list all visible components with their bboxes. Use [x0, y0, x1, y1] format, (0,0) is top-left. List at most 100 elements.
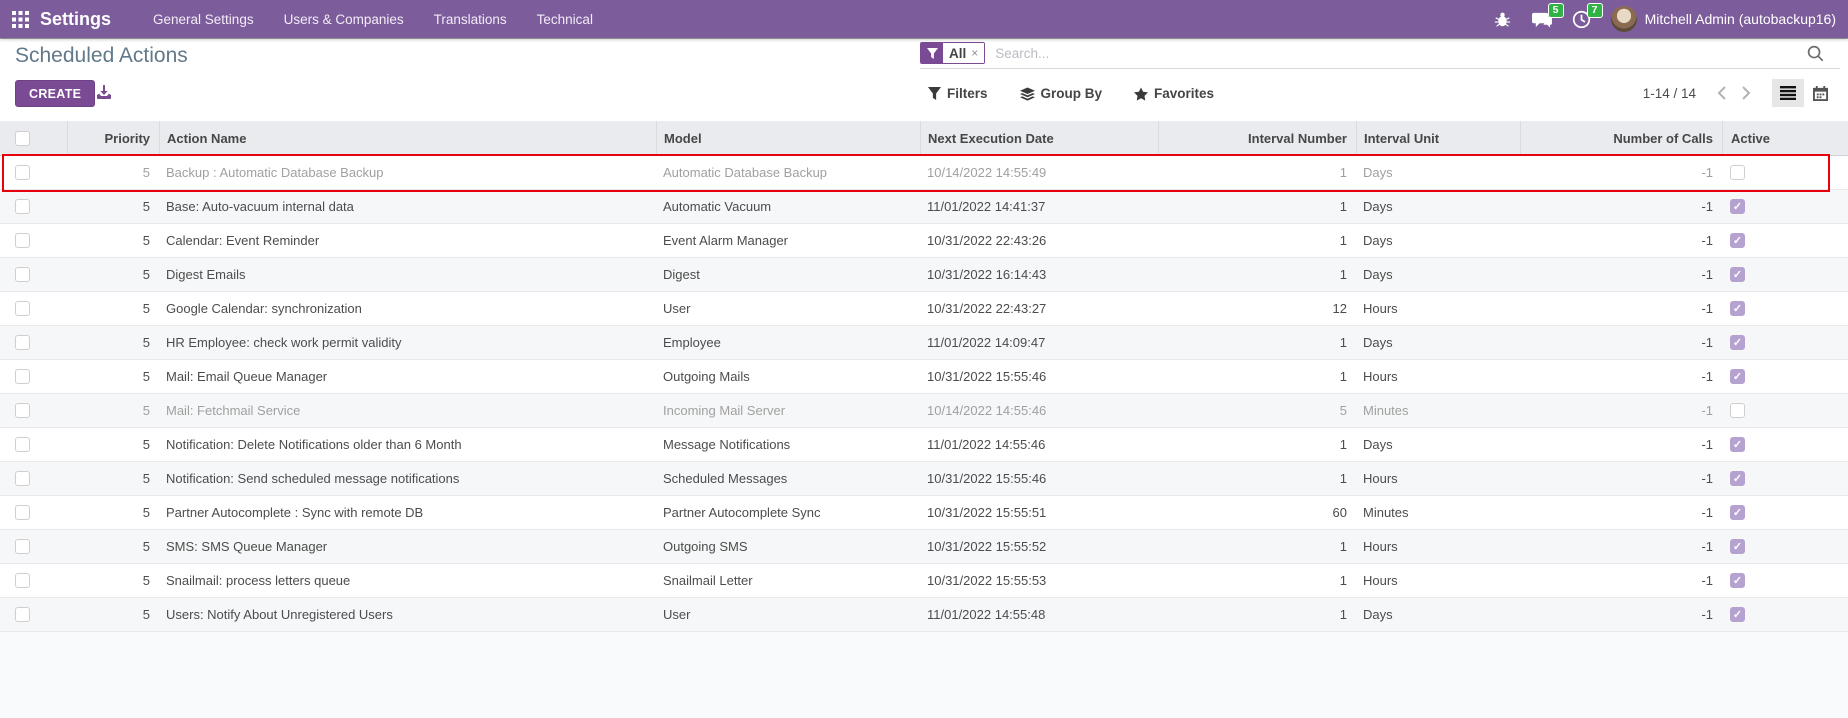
menu-users-companies[interactable]: Users & Companies — [284, 12, 404, 27]
priority-cell: 5 — [67, 360, 159, 393]
column-header-model[interactable]: Model — [656, 121, 920, 155]
priority-cell: 5 — [67, 224, 159, 257]
row-checkbox[interactable] — [15, 471, 30, 486]
activities-clock-icon[interactable]: 7 — [1572, 10, 1591, 29]
menu-translations[interactable]: Translations — [434, 12, 507, 27]
row-checkbox[interactable] — [15, 335, 30, 350]
row-checkbox[interactable] — [15, 505, 30, 520]
next-execution-date-cell: 11/01/2022 14:55:48 — [920, 598, 1158, 631]
filters-funnel-icon — [928, 87, 941, 100]
active-checkbox[interactable] — [1730, 403, 1745, 418]
table-row[interactable]: 5Users: Notify About Unregistered UsersU… — [0, 598, 1848, 632]
column-header-action-name[interactable]: Action Name — [159, 121, 656, 155]
search-input[interactable] — [995, 46, 1807, 61]
pager-previous-button[interactable] — [1710, 86, 1734, 100]
priority-cell: 5 — [67, 190, 159, 223]
next-execution-date-cell: 11/01/2022 14:41:37 — [920, 190, 1158, 223]
table-row[interactable]: 5Google Calendar: synchronizationUser10/… — [0, 292, 1848, 326]
column-header-number-of-calls[interactable]: Number of Calls — [1520, 121, 1722, 155]
active-checkbox[interactable]: ✓ — [1730, 335, 1745, 350]
group-by-button[interactable]: Group By — [1020, 86, 1103, 101]
table-row[interactable]: 5Mail: Fetchmail ServiceIncoming Mail Se… — [0, 394, 1848, 428]
action-name-cell: Backup : Automatic Database Backup — [159, 156, 656, 189]
table-row[interactable]: 5Base: Auto-vacuum internal dataAutomati… — [0, 190, 1848, 224]
active-cell: ✓ — [1722, 598, 1848, 631]
active-checkbox[interactable]: ✓ — [1730, 369, 1745, 384]
column-header-interval-unit[interactable]: Interval Unit — [1356, 121, 1520, 155]
row-select-cell — [0, 326, 67, 359]
table-row[interactable]: 5Calendar: Event ReminderEvent Alarm Man… — [0, 224, 1848, 258]
model-cell: Snailmail Letter — [656, 564, 920, 597]
filters-button[interactable]: Filters — [928, 86, 988, 101]
next-execution-date-cell: 10/31/2022 22:43:26 — [920, 224, 1158, 257]
active-cell — [1722, 394, 1848, 427]
table-header: Priority Action Name Model Next Executio… — [0, 121, 1848, 156]
table-row[interactable]: 5Digest EmailsDigest10/31/2022 16:14:431… — [0, 258, 1848, 292]
next-execution-date-cell: 11/01/2022 14:55:46 — [920, 428, 1158, 461]
active-checkbox[interactable]: ✓ — [1730, 607, 1745, 622]
column-header-priority[interactable]: Priority — [67, 121, 159, 155]
row-select-cell — [0, 224, 67, 257]
table-row[interactable]: 5Snailmail: process letters queueSnailma… — [0, 564, 1848, 598]
create-button[interactable]: CREATE — [15, 80, 95, 107]
active-checkbox[interactable]: ✓ — [1730, 471, 1745, 486]
table-row[interactable]: 5Mail: Email Queue ManagerOutgoing Mails… — [0, 360, 1848, 394]
interval-number-cell: 1 — [1158, 360, 1356, 393]
action-name-cell: HR Employee: check work permit validity — [159, 326, 656, 359]
column-header-interval-number[interactable]: Interval Number — [1158, 121, 1356, 155]
interval-unit-cell: Days — [1356, 156, 1520, 189]
row-checkbox[interactable] — [15, 199, 30, 214]
menu-technical[interactable]: Technical — [537, 12, 593, 27]
search-icon[interactable] — [1807, 45, 1824, 62]
row-checkbox[interactable] — [15, 437, 30, 452]
pager-next-button[interactable] — [1734, 86, 1758, 100]
row-checkbox[interactable] — [15, 165, 30, 180]
action-name-cell: Users: Notify About Unregistered Users — [159, 598, 656, 631]
row-select-cell — [0, 462, 67, 495]
active-checkbox[interactable]: ✓ — [1730, 199, 1745, 214]
table-row[interactable]: 5SMS: SMS Queue ManagerOutgoing SMS10/31… — [0, 530, 1848, 564]
number-of-calls-cell: -1 — [1520, 428, 1722, 461]
active-checkbox[interactable]: ✓ — [1730, 301, 1745, 316]
row-checkbox[interactable] — [15, 539, 30, 554]
table-row[interactable]: 5Backup : Automatic Database BackupAutom… — [0, 156, 1848, 190]
active-checkbox[interactable] — [1730, 165, 1745, 180]
model-cell: Automatic Database Backup — [656, 156, 920, 189]
page-title: Scheduled Actions — [15, 44, 188, 68]
priority-cell: 5 — [67, 530, 159, 563]
row-checkbox[interactable] — [15, 369, 30, 384]
group-by-label: Group By — [1041, 86, 1103, 101]
table-row[interactable]: 5Notification: Send scheduled message no… — [0, 462, 1848, 496]
interval-number-cell: 1 — [1158, 258, 1356, 291]
messages-icon[interactable]: 5 — [1531, 10, 1552, 29]
calendar-view-button[interactable] — [1804, 79, 1836, 107]
apps-grid-icon[interactable] — [0, 0, 40, 38]
favorites-button[interactable]: Favorites — [1134, 86, 1214, 101]
active-checkbox[interactable]: ✓ — [1730, 267, 1745, 282]
active-checkbox[interactable]: ✓ — [1730, 505, 1745, 520]
debug-bug-icon[interactable] — [1494, 11, 1511, 28]
table-row[interactable]: 5Notification: Delete Notifications olde… — [0, 428, 1848, 462]
row-checkbox[interactable] — [15, 607, 30, 622]
active-checkbox[interactable]: ✓ — [1730, 539, 1745, 554]
facet-remove-button[interactable]: × — [971, 47, 978, 59]
active-checkbox[interactable]: ✓ — [1730, 437, 1745, 452]
row-checkbox[interactable] — [15, 267, 30, 282]
export-download-icon[interactable] — [96, 84, 112, 100]
column-header-active[interactable]: Active — [1722, 121, 1848, 155]
active-checkbox[interactable]: ✓ — [1730, 573, 1745, 588]
row-checkbox[interactable] — [15, 573, 30, 588]
app-name[interactable]: Settings — [40, 9, 111, 30]
row-checkbox[interactable] — [15, 403, 30, 418]
user-menu[interactable]: Mitchell Admin (autobackup16) — [1611, 6, 1836, 32]
table-row[interactable]: 5HR Employee: check work permit validity… — [0, 326, 1848, 360]
table-row[interactable]: 5Partner Autocomplete : Sync with remote… — [0, 496, 1848, 530]
select-all-checkbox[interactable] — [0, 121, 67, 155]
row-checkbox[interactable] — [15, 301, 30, 316]
active-checkbox[interactable]: ✓ — [1730, 233, 1745, 248]
column-header-next-execution-date[interactable]: Next Execution Date — [920, 121, 1158, 155]
menu-general-settings[interactable]: General Settings — [153, 12, 254, 27]
row-checkbox[interactable] — [15, 233, 30, 248]
list-view-button[interactable] — [1772, 79, 1804, 107]
row-select-cell — [0, 394, 67, 427]
